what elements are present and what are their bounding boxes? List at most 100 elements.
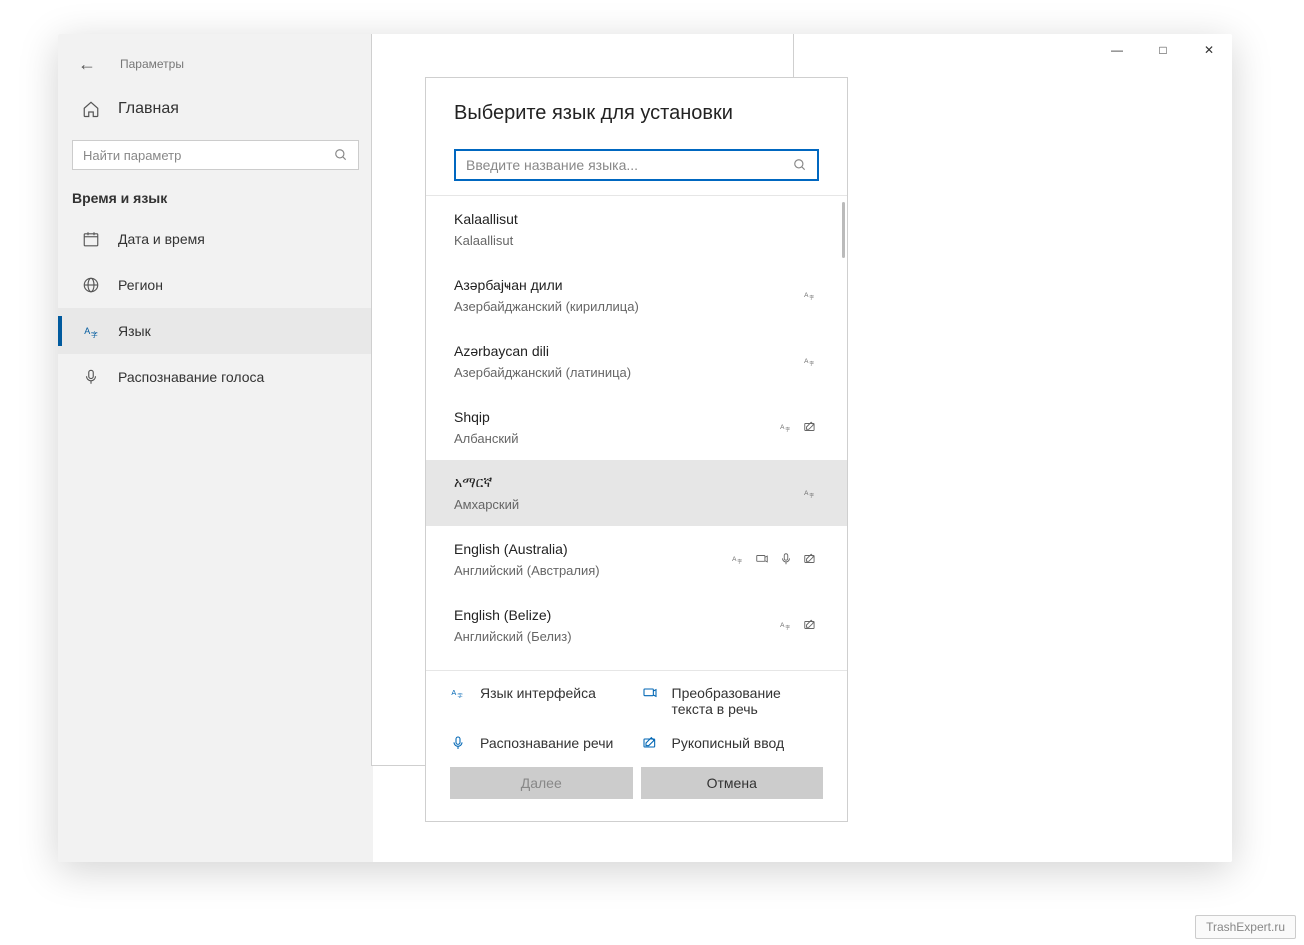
language-native: Azərbaycan dili <box>454 343 803 359</box>
language-local: Амхарский <box>454 497 803 512</box>
language-native: English (Australia) <box>454 541 731 557</box>
globe-icon <box>82 276 100 294</box>
svg-text:字: 字 <box>785 426 790 432</box>
display-lang-icon: A字 <box>450 685 468 701</box>
dialog-legend: A字 Язык интерфейса Преобразование текста… <box>426 670 847 753</box>
svg-text:A: A <box>804 358 809 365</box>
language-row[interactable]: English (Australia) Английский (Австралия… <box>426 526 847 592</box>
cancel-button[interactable]: Отмена <box>641 767 824 799</box>
tts-icon: A字 <box>803 486 819 500</box>
sidebar-item-language[interactable]: A字 Язык <box>58 308 373 354</box>
language-local: Английский (Белиз) <box>454 629 779 644</box>
legend-handwriting: Рукописный ввод <box>642 735 824 751</box>
language-native: English (Belize) <box>454 607 779 623</box>
svg-text:A: A <box>84 326 90 336</box>
search-icon <box>793 158 807 172</box>
sidebar-search-input[interactable] <box>83 148 334 163</box>
hand-icon <box>803 552 819 566</box>
sidebar-home[interactable]: Главная <box>58 82 373 130</box>
svg-text:字: 字 <box>809 492 814 498</box>
language-feature-icons: A字 <box>779 618 819 632</box>
tts-icon: A字 <box>731 552 747 566</box>
dialog-title: Выберите язык для установки <box>454 102 819 125</box>
mic-icon <box>779 552 795 566</box>
sidebar-nav: Дата и время Регион A字 Язык Распознавани… <box>58 216 373 400</box>
maximize-button[interactable]: □ <box>1140 34 1186 66</box>
language-list: Kalaallisut Kalaallisut Азәрбајҹан дили Азе… <box>426 196 847 658</box>
disp-icon <box>755 552 771 566</box>
language-row[interactable]: English (Belize) Английский (Белиз)A字 <box>426 592 847 658</box>
language-native: አማርኛ <box>454 474 803 491</box>
dialog-search[interactable] <box>454 149 819 181</box>
svg-text:字: 字 <box>457 692 462 700</box>
legend-display: A字 Язык интерфейса <box>450 685 632 717</box>
sidebar-item-label: Дата и время <box>118 231 205 247</box>
sidebar-item-label: Язык <box>118 323 151 339</box>
svg-text:字: 字 <box>785 624 790 630</box>
next-button[interactable]: Далее <box>450 767 633 799</box>
tts-icon: A字 <box>803 354 819 368</box>
dialog-buttons: Далее Отмена <box>426 753 847 821</box>
svg-text:A: A <box>804 292 809 299</box>
close-button[interactable]: ✕ <box>1186 34 1232 66</box>
titlebar-left: ← Параметры <box>58 46 373 82</box>
language-row[interactable]: Азәрбајҹан дили Азербайджанский (кириллиц… <box>426 262 847 328</box>
tts-icon: A字 <box>779 618 795 632</box>
language-feature-icons: A字 <box>779 420 819 434</box>
language-native: Азәрбајҹан дили <box>454 277 803 293</box>
hand-icon <box>803 420 819 434</box>
calendar-icon <box>82 230 100 248</box>
svg-text:A: A <box>804 490 809 497</box>
sidebar-item-region[interactable]: Регион <box>58 262 373 308</box>
language-list-wrap: Kalaallisut Kalaallisut Азәрбајҹан дили Азе… <box>426 195 847 670</box>
language-local: Азербайджанский (латиница) <box>454 365 803 380</box>
hand-icon <box>803 618 819 632</box>
language-row[interactable]: አማርኛ АмхарскийA字 <box>426 460 847 526</box>
svg-text:A: A <box>451 688 456 697</box>
tts-icon <box>642 685 660 701</box>
sidebar-item-datetime[interactable]: Дата и время <box>58 216 373 262</box>
language-native: Shqip <box>454 409 779 425</box>
language-feature-icons: A字 <box>731 552 819 566</box>
mic-icon <box>82 368 100 386</box>
language-feature-icons: A字 <box>803 354 819 368</box>
watermark: TrashExpert.ru <box>1195 915 1296 939</box>
language-row[interactable]: Shqip АлбанскийA字 <box>426 394 847 460</box>
sidebar-search[interactable] <box>72 140 359 170</box>
language-local: Албанский <box>454 431 779 446</box>
language-native: Kalaallisut <box>454 211 819 227</box>
language-feature-icons: A字 <box>803 486 819 500</box>
language-row[interactable]: Azərbaycan dili Азербайджанский (латиница… <box>426 328 847 394</box>
language-local: Английский (Австралия) <box>454 563 731 578</box>
svg-text:字: 字 <box>809 294 814 300</box>
mic-icon <box>450 735 468 751</box>
window-controls: — □ ✕ <box>1094 34 1232 66</box>
sidebar-home-label: Главная <box>118 100 179 118</box>
svg-text:字: 字 <box>809 360 814 366</box>
legend-speech: Распознавание речи <box>450 735 632 751</box>
tts-icon: A字 <box>803 288 819 302</box>
sidebar: ← Параметры Главная Время и язык Дата и … <box>58 34 373 862</box>
language-local: Азербайджанский (кириллица) <box>454 299 803 314</box>
sidebar-item-speech[interactable]: Распознавание голоса <box>58 354 373 400</box>
back-icon[interactable]: ← <box>78 54 96 75</box>
svg-text:A: A <box>780 424 785 431</box>
language-feature-icons: A字 <box>803 288 819 302</box>
svg-text:字: 字 <box>91 330 98 339</box>
minimize-button[interactable]: — <box>1094 34 1140 66</box>
language-row[interactable]: Kalaallisut Kalaallisut <box>426 196 847 262</box>
sidebar-item-label: Распознавание голоса <box>118 369 264 385</box>
svg-text:A: A <box>780 622 785 629</box>
handwriting-icon <box>642 735 660 751</box>
tts-icon: A字 <box>779 420 795 434</box>
language-icon: A字 <box>82 322 100 340</box>
app-title: Параметры <box>120 57 184 71</box>
home-icon <box>82 100 100 118</box>
add-language-dialog: Выберите язык для установки KalaallisutK… <box>425 77 848 822</box>
language-local: Kalaallisut <box>454 233 819 248</box>
svg-text:A: A <box>732 556 737 563</box>
legend-tts: Преобразование текста в речь <box>642 685 824 717</box>
svg-text:字: 字 <box>737 558 742 564</box>
dialog-search-input[interactable] <box>466 157 793 173</box>
search-icon <box>334 148 348 162</box>
